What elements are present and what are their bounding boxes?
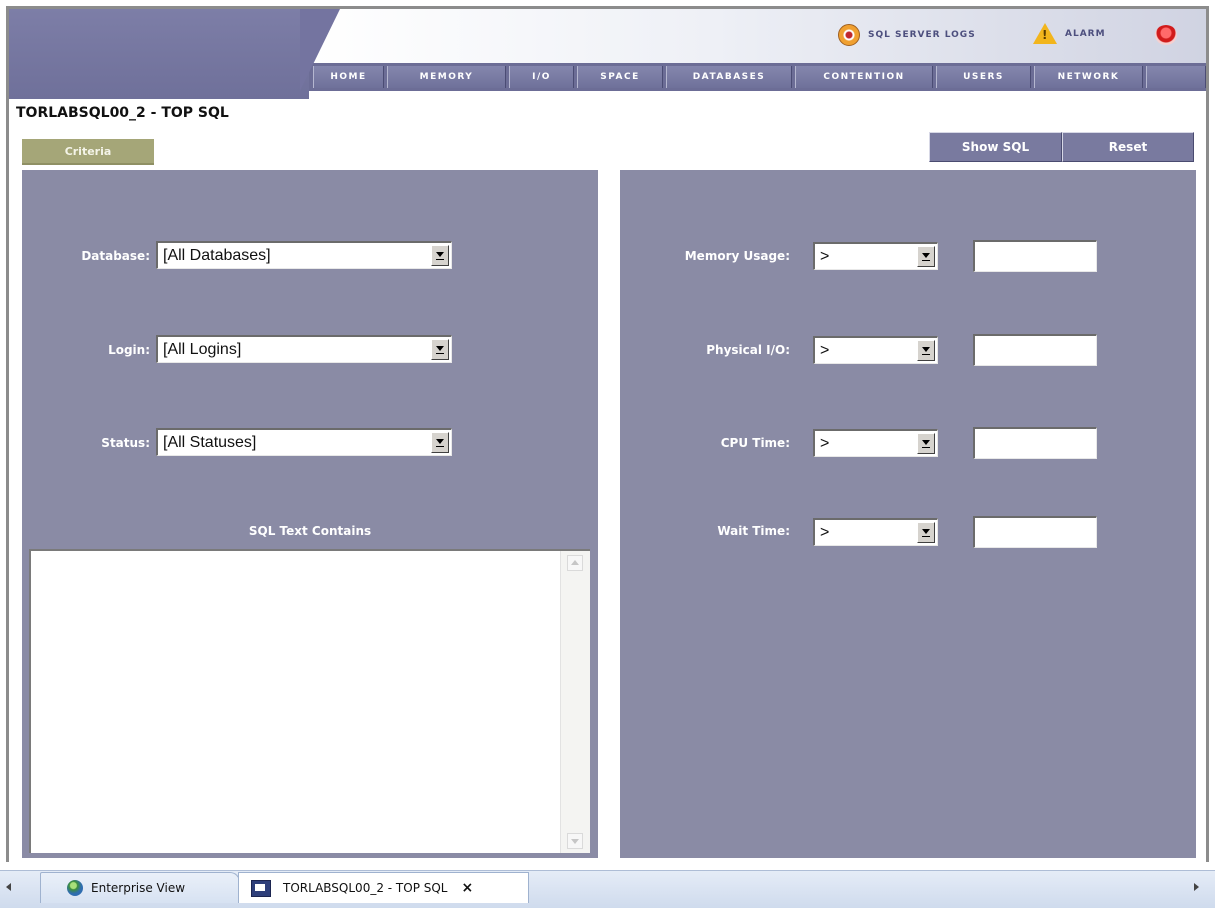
login-select-value: [All Logins] [163,341,242,358]
physical-io-operator-select[interactable]: > [813,336,938,364]
window-border-right [1206,6,1209,862]
show-sql-button[interactable]: Show SQL [929,132,1062,162]
nav-tab-memory[interactable]: MEMORY [387,66,506,88]
cpu-time-operator-select[interactable]: > [813,429,938,457]
wait-time-operator-select[interactable]: > [813,518,938,546]
sql-text-input[interactable] [29,549,590,853]
cpu-time-value-input[interactable] [973,427,1097,459]
status-label: Status: [101,436,150,450]
sql-server-logs-icon [838,24,860,46]
wait-time-label: Wait Time: [717,524,790,538]
memory-usage-operator-value: > [820,248,830,265]
database-select[interactable]: [All Databases] [156,241,452,269]
close-icon[interactable]: × [462,880,474,896]
nav-tab-space[interactable]: SPACE [577,66,663,88]
alarm-warning-icon [1033,23,1057,44]
chevron-down-icon[interactable] [917,522,935,543]
sql-text-scrollbar[interactable] [560,551,590,853]
cpu-time-label: CPU Time: [720,436,790,450]
tab-criteria[interactable]: Criteria [22,139,154,165]
sql-text-contains-label: SQL Text Contains [248,524,372,538]
window-border-left [6,6,9,862]
tab-enterprise-view[interactable]: Enterprise View [40,872,240,903]
nav-tab-users[interactable]: USERS [936,66,1031,88]
chevron-down-icon[interactable] [431,245,449,266]
status-select[interactable]: [All Statuses] [156,428,452,456]
scroll-right-icon[interactable] [1194,883,1199,891]
globe-icon [67,880,83,896]
chevron-down-icon[interactable] [431,339,449,360]
cpu-time-operator-value: > [820,435,830,452]
reset-button[interactable]: Reset [1062,132,1194,162]
login-label: Login: [108,343,150,357]
status-select-value: [All Statuses] [163,434,257,451]
app-window: SQL SERVER LOGS ALARM HOME MEMORY I/O SP… [0,0,1215,908]
database-select-value: [All Databases] [163,247,271,264]
sql-server-logs-link[interactable]: SQL SERVER LOGS [838,24,976,46]
physical-io-operator-value: > [820,342,830,359]
physical-io-value-input[interactable] [973,334,1097,366]
criteria-right-panel [620,170,1196,858]
sql-server-logs-label: SQL SERVER LOGS [868,30,976,40]
nav-tab-io[interactable]: I/O [509,66,574,88]
wait-time-operator-value: > [820,524,830,541]
tab-enterprise-view-label: Enterprise View [91,881,186,895]
nav-tab-databases[interactable]: DATABASES [666,66,792,88]
physical-io-label: Physical I/O: [706,343,790,357]
tab-top-sql[interactable]: TORLABSQL00_2 - TOP SQL × [238,872,529,903]
page-title: TORLABSQL00_2 - TOP SQL [16,105,229,121]
memory-usage-label: Memory Usage: [684,249,790,263]
chevron-down-icon[interactable] [431,432,449,453]
nav-tab-empty [1146,66,1206,88]
database-window-icon [251,879,271,897]
header-logo-area [9,9,309,99]
alarm-link[interactable]: ALARM [1033,23,1106,44]
login-select[interactable]: [All Logins] [156,335,452,363]
chevron-down-icon[interactable] [917,433,935,454]
nav-tab-contention[interactable]: CONTENTION [795,66,933,88]
scroll-down-icon[interactable] [567,833,583,849]
memory-usage-value-input[interactable] [973,240,1097,272]
scroll-left-icon[interactable] [6,883,11,891]
power-icon[interactable] [1155,25,1177,45]
nav-tab-home[interactable]: HOME [313,66,384,88]
alarm-label: ALARM [1065,28,1106,39]
database-label: Database: [81,249,150,263]
memory-usage-operator-select[interactable]: > [813,242,938,270]
chevron-down-icon[interactable] [917,340,935,361]
tab-top-sql-label: TORLABSQL00_2 - TOP SQL [283,881,448,895]
wait-time-value-input[interactable] [973,516,1097,548]
chevron-down-icon[interactable] [917,246,935,267]
scroll-up-icon[interactable] [567,555,583,571]
nav-tab-network[interactable]: NETWORK [1034,66,1143,88]
